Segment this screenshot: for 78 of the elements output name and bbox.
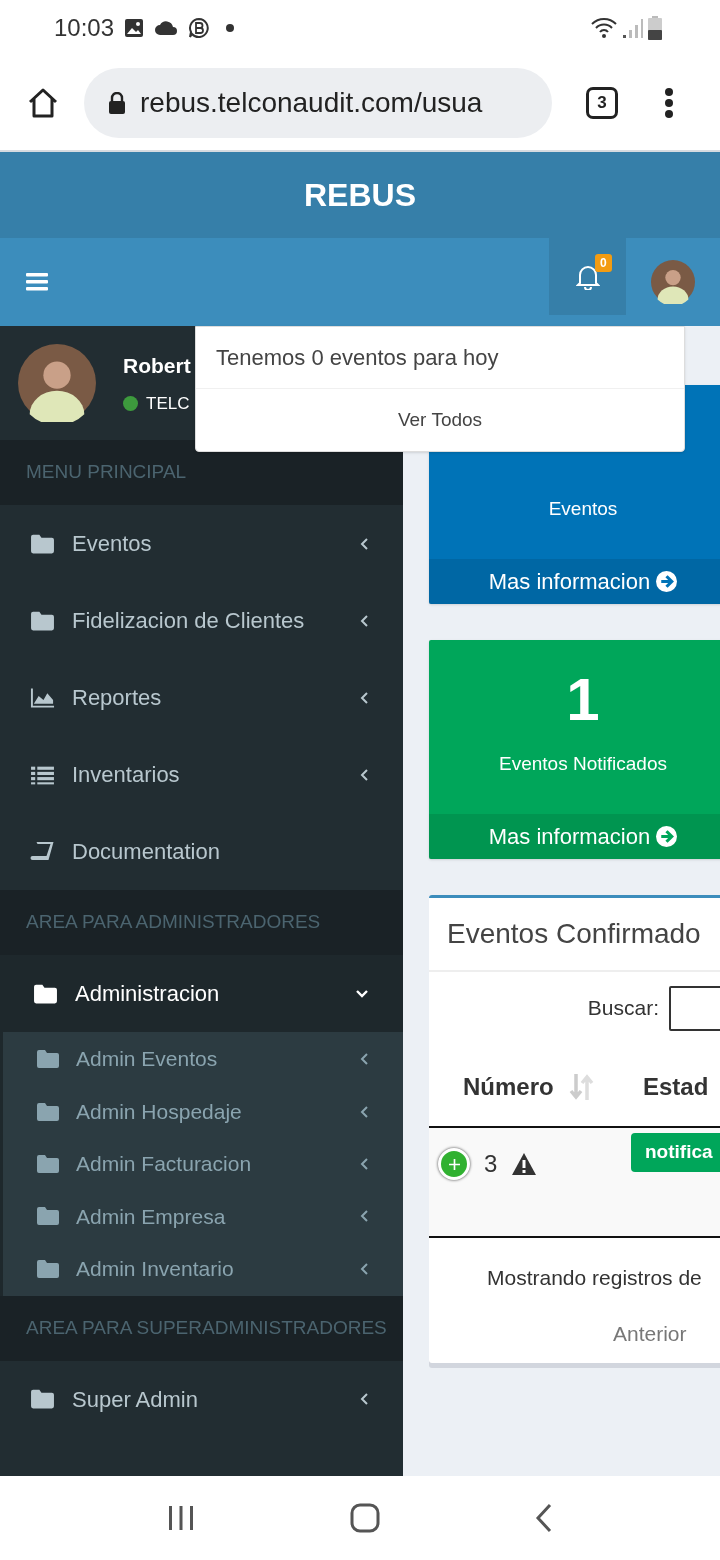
app-title: REBUS <box>304 176 416 215</box>
more-info-link[interactable]: Mas informacion <box>429 814 720 859</box>
folder-icon <box>33 982 58 1005</box>
back-icon[interactable] <box>534 1503 553 1533</box>
signal-icon <box>622 16 644 39</box>
pagination-link[interactable]: Anterior <box>613 1318 687 1350</box>
area-chart-icon <box>30 686 55 709</box>
folder-icon <box>36 1258 60 1279</box>
folder-icon <box>36 1206 60 1227</box>
user-status: TELC <box>146 393 190 415</box>
column-header[interactable]: Número <box>429 1069 613 1105</box>
info-value: 1 <box>566 665 600 735</box>
column-header[interactable]: Estad <box>613 1069 709 1105</box>
avatar <box>651 260 695 304</box>
table-info: Mostrando registros de <box>487 1265 702 1292</box>
menu-icon[interactable] <box>26 273 48 291</box>
caret-left-icon <box>359 1209 369 1224</box>
sidebar-item[interactable]: Fidelizacion de Clientes <box>0 582 403 659</box>
recents-icon[interactable] <box>167 1505 196 1531</box>
clock: 10:03 <box>54 12 115 43</box>
sidebar-header: AREA PARA SUPERADMINISTRADORES <box>0 1295 403 1361</box>
notification-count: 0 <box>595 254 612 272</box>
wifi-icon <box>590 16 618 39</box>
sidebar-item[interactable]: Administracion <box>0 955 403 1032</box>
folder-icon <box>36 1153 60 1174</box>
more-icon[interactable] <box>664 87 674 118</box>
sidebar-item[interactable]: Inventarios <box>0 736 403 813</box>
submenu-item[interactable]: Admin Eventos <box>3 1033 403 1086</box>
folder-icon <box>36 1101 60 1122</box>
caret-left-icon <box>359 690 369 705</box>
view-all-link[interactable]: Ver Todos <box>397 405 483 435</box>
gallery-icon <box>124 17 145 38</box>
plus-icon <box>448 1158 460 1170</box>
lock-icon <box>108 91 126 114</box>
folder-icon <box>36 1049 60 1070</box>
notification-message: Tenemos 0 eventos para hoy <box>216 344 499 372</box>
user-name: Robert <box>123 352 191 379</box>
info-label: Eventos Notificados <box>499 752 667 776</box>
book-icon <box>30 840 55 863</box>
status-badge: notifica <box>631 1133 720 1172</box>
dot-icon <box>226 23 235 32</box>
sidebar-item[interactable]: Reportes <box>0 659 403 736</box>
battery-icon <box>648 15 662 40</box>
caret-left-icon <box>359 1261 369 1276</box>
caret-left-icon <box>359 1156 369 1171</box>
address-bar[interactable]: rebus.telconaudit.com/usua <box>84 67 552 138</box>
sidebar-header: MENU PRINCIPAL <box>0 440 403 505</box>
more-info-link[interactable]: Mas informacion <box>429 559 720 604</box>
caret-down-icon <box>355 988 369 999</box>
caret-left-icon <box>359 1104 369 1119</box>
caret-left-icon <box>359 767 369 782</box>
submenu-item[interactable]: Admin Empresa <box>3 1190 403 1243</box>
caret-left-icon <box>359 1392 369 1407</box>
folder-icon <box>30 609 55 632</box>
box-title: Eventos Confirmado <box>447 917 701 951</box>
caret-left-icon <box>359 613 369 628</box>
sidebar-item[interactable]: Documentation <box>0 813 403 890</box>
bell-icon <box>575 263 600 290</box>
submenu-item[interactable]: Admin Facturacion <box>3 1137 403 1191</box>
table-cell-text: 3 <box>484 1149 498 1179</box>
arrow-circle-icon <box>656 826 678 847</box>
cloud-icon <box>154 19 179 36</box>
home-button-icon[interactable] <box>350 1503 380 1533</box>
caret-left-icon <box>359 1052 369 1067</box>
submenu-item[interactable]: Admin Hospedaje <box>3 1085 403 1138</box>
folder-icon <box>30 532 55 555</box>
sidebar-item[interactable]: Eventos <box>0 505 403 582</box>
folder-icon <box>30 1388 55 1411</box>
search-label: Buscar: <box>587 995 659 1022</box>
arrow-circle-icon <box>656 571 678 592</box>
submenu-item[interactable]: Admin Inventario <box>3 1242 403 1295</box>
sidebar-item[interactable]: Super Admin <box>0 1360 403 1438</box>
info-label: Eventos <box>548 497 618 521</box>
tab-count-button[interactable]: 3 <box>586 86 618 119</box>
expand-row-button[interactable] <box>438 1148 470 1180</box>
caret-left-icon <box>359 536 369 551</box>
url-text: rebus.telconaudit.com/usua <box>140 85 483 120</box>
sidebar-header: AREA PARA ADMINISTRADORES <box>0 890 403 955</box>
